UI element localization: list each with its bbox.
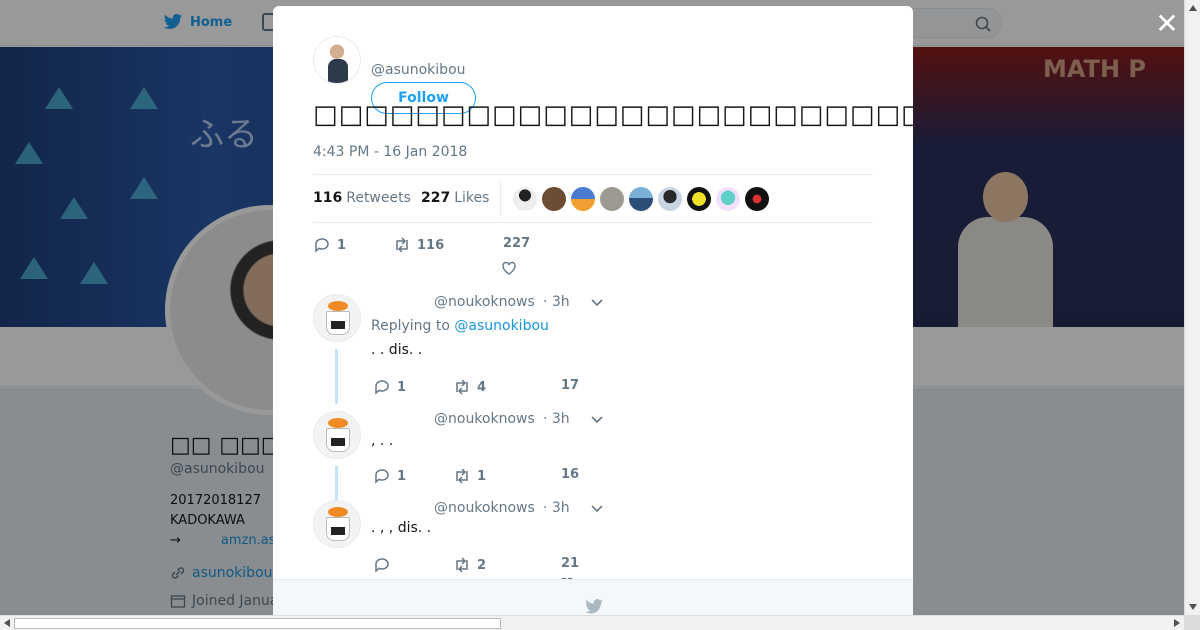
liker-avatar[interactable] bbox=[716, 187, 740, 211]
reply-action[interactable]: 1 bbox=[313, 236, 346, 254]
retweets-stat[interactable]: 116 Retweets bbox=[313, 190, 411, 206]
reply-avatar[interactable] bbox=[313, 500, 361, 548]
like-count: 16 bbox=[561, 467, 580, 482]
liker-avatar[interactable] bbox=[600, 187, 624, 211]
reply-time[interactable]: · 3h bbox=[543, 500, 570, 516]
thread-line bbox=[335, 349, 338, 404]
liker-avatar[interactable] bbox=[513, 187, 537, 211]
reply-time[interactable]: · 3h bbox=[543, 294, 570, 310]
retweet-count: 4 bbox=[477, 379, 487, 395]
retweet-action[interactable]: 116 bbox=[393, 236, 444, 254]
chevron-down-icon[interactable] bbox=[591, 502, 603, 514]
twitter-bird-icon bbox=[585, 599, 603, 614]
reply-avatar[interactable] bbox=[313, 294, 361, 342]
reply-time[interactable]: · 3h bbox=[543, 411, 570, 427]
reply-handle[interactable]: @noukoknows bbox=[434, 411, 535, 427]
liker-avatar[interactable] bbox=[745, 187, 769, 211]
reply-count: 1 bbox=[337, 237, 347, 253]
tweet-modal: @asunokibou Follow □□□□□□□□□□□□□□□□□□□□□… bbox=[273, 6, 913, 615]
likes-stat[interactable]: 227 Likes bbox=[421, 190, 489, 206]
reply-icon bbox=[375, 558, 389, 573]
scrollbar-thumb[interactable] bbox=[14, 618, 501, 629]
reply-tweet[interactable]: @noukoknows · 3h . , , dis. . 2 21 bbox=[313, 500, 873, 580]
like-action[interactable]: 227 bbox=[503, 236, 530, 251]
liker-avatars bbox=[513, 187, 769, 211]
retweet-action[interactable]: 2 bbox=[453, 556, 486, 574]
modal-footer bbox=[273, 579, 913, 615]
likes-count: 227 bbox=[421, 190, 451, 206]
horizontal-scrollbar[interactable] bbox=[0, 615, 1184, 630]
like-action[interactable]: 17 bbox=[561, 378, 579, 393]
reply-tweet[interactable]: @noukoknows · 3h , . . 1 1 16 bbox=[313, 411, 873, 501]
reply-action[interactable]: 1 bbox=[373, 467, 406, 485]
thread-line bbox=[335, 466, 338, 501]
reply-action[interactable] bbox=[373, 556, 397, 574]
tweet-stats: 116 Retweets 227 Likes bbox=[313, 174, 873, 223]
tweet-actions: 1 116 227 bbox=[313, 236, 613, 260]
retweet-action[interactable]: 1 bbox=[453, 467, 486, 485]
retweet-action[interactable]: 4 bbox=[453, 378, 486, 396]
retweet-icon bbox=[456, 557, 468, 573]
reply-handle[interactable]: @noukoknows bbox=[434, 294, 535, 310]
like-action[interactable]: 16 bbox=[561, 467, 579, 482]
retweet-icon bbox=[456, 468, 468, 484]
retweet-icon bbox=[456, 379, 468, 395]
reply-icon bbox=[375, 380, 389, 395]
liker-avatar[interactable] bbox=[542, 187, 566, 211]
reply-handle[interactable]: @noukoknows bbox=[434, 500, 535, 516]
author-avatar[interactable] bbox=[313, 36, 361, 84]
chevron-down-icon[interactable] bbox=[591, 413, 603, 425]
chevron-down-icon[interactable] bbox=[591, 296, 603, 308]
reply-tweet[interactable]: @noukoknows · 3h Replying to @asunokibou… bbox=[313, 294, 873, 404]
retweet-icon bbox=[396, 237, 408, 253]
like-count: 21 bbox=[561, 556, 580, 571]
scrollbar-corner bbox=[1184, 615, 1200, 630]
author-handle[interactable]: @asunokibou bbox=[371, 62, 466, 78]
vertical-scrollbar[interactable] bbox=[1184, 0, 1200, 615]
replying-to: Replying to @asunokibou bbox=[371, 318, 549, 334]
liker-avatar[interactable] bbox=[658, 187, 682, 211]
likes-label: Likes bbox=[454, 190, 490, 206]
reply-action[interactable]: 1 bbox=[373, 378, 406, 396]
reply-count: 1 bbox=[397, 379, 407, 395]
retweet-count: 1 bbox=[477, 468, 487, 484]
retweet-count: 2 bbox=[477, 557, 487, 573]
reply-text: . , , dis. . bbox=[371, 520, 432, 536]
reply-text: , . . bbox=[371, 433, 394, 449]
like-count: 227 bbox=[503, 236, 531, 251]
replying-to-link[interactable]: @asunokibou bbox=[454, 318, 549, 334]
replying-prefix: Replying to bbox=[371, 318, 450, 334]
liker-avatar[interactable] bbox=[571, 187, 595, 211]
like-count: 17 bbox=[561, 378, 580, 393]
tweet-timestamp[interactable]: 4:43 PM - 16 Jan 2018 bbox=[313, 144, 467, 160]
reply-text: . . dis. . bbox=[371, 342, 423, 358]
heart-icon[interactable] bbox=[500, 259, 518, 277]
retweets-count: 116 bbox=[313, 190, 343, 206]
reply-avatar[interactable] bbox=[313, 411, 361, 459]
tweet-text: □□□□□□□□□□□□□□□□□□□□□□□□□ □□□□□□□□□□□□□□… bbox=[313, 100, 913, 130]
like-action[interactable]: 21 bbox=[561, 556, 579, 571]
retweet-count: 116 bbox=[417, 237, 445, 253]
retweets-label: Retweets bbox=[346, 190, 411, 206]
liker-avatar[interactable] bbox=[629, 187, 653, 211]
close-icon[interactable]: ✕ bbox=[1155, 10, 1179, 38]
liker-avatar[interactable] bbox=[687, 187, 711, 211]
reply-count: 1 bbox=[397, 468, 407, 484]
stats-divider bbox=[500, 181, 501, 217]
reply-icon bbox=[315, 238, 329, 253]
reply-icon bbox=[375, 469, 389, 484]
